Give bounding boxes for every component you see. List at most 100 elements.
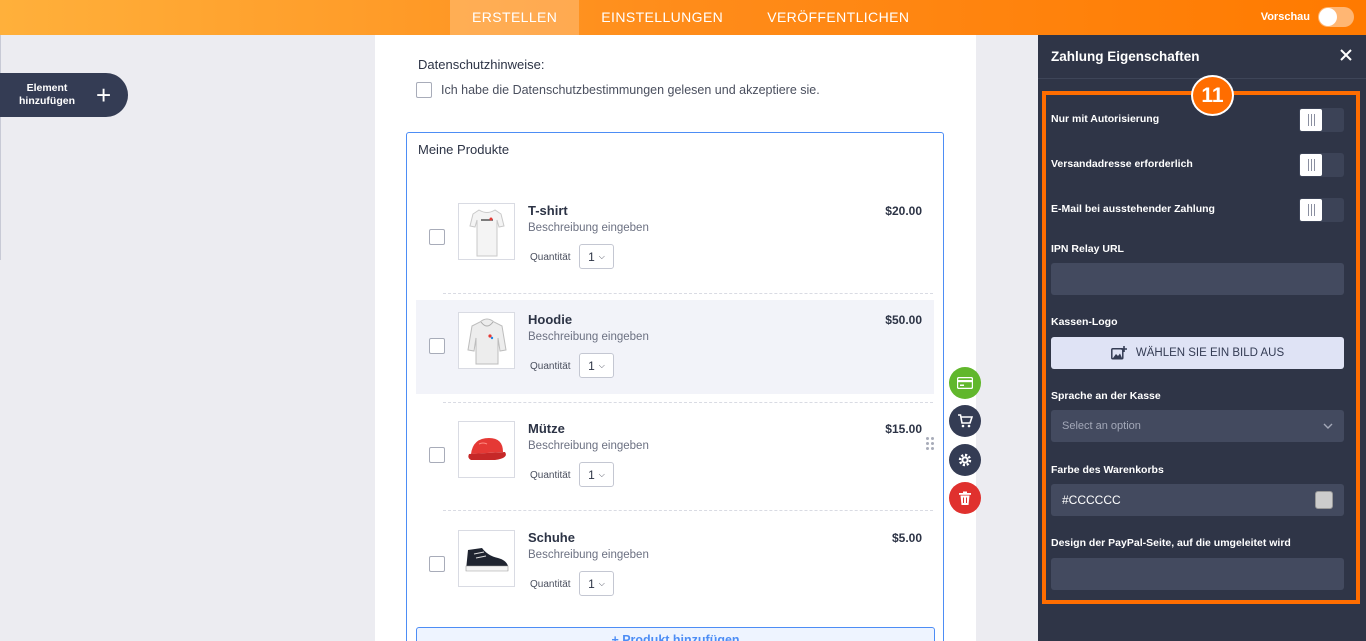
gear-icon: [958, 453, 972, 467]
trash-icon: [959, 491, 971, 505]
chevron-down-icon: ⌵: [598, 578, 605, 588]
panel-title: Zahlung Eigenschaften: [1051, 49, 1200, 64]
cart-color-input[interactable]: #CCCCCC: [1051, 484, 1344, 516]
add-product-button[interactable]: + Produkt hinzufügen: [416, 627, 935, 641]
chevron-down-icon: [1323, 423, 1333, 429]
toggle-label-authorization: Nur mit Autorisierung: [1051, 113, 1160, 125]
product-item-shoes: Schuhe Beschreibung eingeben Quantität 1…: [416, 518, 934, 612]
toggle-knob: [1319, 8, 1337, 26]
logo-label: Kassen-Logo: [1051, 316, 1118, 328]
paypal-design-input[interactable]: [1051, 558, 1344, 590]
payment-card-icon: [957, 377, 973, 389]
top-nav: ERSTELLEN EINSTELLUNGEN VERÖFFENTLICHEN: [450, 0, 931, 35]
tab-veroeffentlichen[interactable]: VERÖFFENTLICHEN: [745, 0, 931, 35]
quantity-select[interactable]: 1 ⌵: [579, 244, 614, 269]
product-item-tshirt: T-shirt Beschreibung eingeben Quantität …: [416, 191, 934, 285]
quantity-label: Quantität: [530, 361, 571, 372]
product-price: $50.00: [885, 313, 922, 327]
privacy-consent-row: Ich habe die Datenschutzbestimmungen gel…: [416, 82, 820, 98]
top-bar: ERSTELLEN EINSTELLUNGEN VERÖFFENTLICHEN …: [0, 0, 1366, 35]
close-icon[interactable]: [1338, 47, 1354, 63]
product-item-hoodie: Hoodie Beschreibung eingeben Quantität 1…: [416, 300, 934, 394]
products-title: Meine Produkte: [418, 142, 510, 157]
paypal-design-label: Design der PayPal-Seite, auf die umgelei…: [1051, 537, 1291, 549]
product-checkbox[interactable]: [429, 447, 445, 463]
toggle-pending-email[interactable]: [1299, 198, 1344, 222]
cart-button[interactable]: [949, 405, 981, 437]
product-separator: [443, 293, 933, 294]
privacy-checkbox-text: Ich habe die Datenschutzbestimmungen gel…: [441, 83, 820, 97]
chevron-down-icon: ⌵: [598, 251, 605, 261]
product-name: Schuhe: [528, 530, 575, 545]
quantity-select[interactable]: 1 ⌵: [579, 571, 614, 596]
hoodie-image: [458, 312, 515, 369]
quantity-value: 1: [588, 358, 595, 373]
cart-color-label: Farbe des Warenkorbs: [1051, 464, 1164, 476]
preview-control: Vorschau: [1261, 7, 1354, 27]
color-swatch[interactable]: [1315, 491, 1333, 509]
product-description: Beschreibung eingeben: [528, 440, 649, 452]
properties-panel: Zahlung Eigenschaften 11 Nur mit Autoris…: [1038, 35, 1366, 641]
delete-button[interactable]: [949, 482, 981, 514]
quantity-label: Quantität: [530, 579, 571, 590]
image-add-icon: [1110, 346, 1127, 360]
settings-button[interactable]: [949, 444, 981, 476]
panel-header: Zahlung Eigenschaften: [1038, 35, 1366, 79]
add-element-button[interactable]: Element hinzufügen +: [0, 73, 128, 117]
product-description: Beschreibung eingeben: [528, 222, 649, 234]
cart-color-value: #CCCCCC: [1062, 493, 1121, 507]
quantity-label: Quantität: [530, 470, 571, 481]
product-name: Mütze: [528, 421, 565, 436]
product-description: Beschreibung eingeben: [528, 549, 649, 561]
product-separator: [443, 402, 933, 403]
privacy-label: Datenschutzhinweise:: [418, 57, 545, 72]
ipn-url-input[interactable]: [1051, 263, 1344, 295]
add-element-label: Element hinzufügen: [19, 82, 75, 107]
quantity-label: Quantität: [530, 252, 571, 263]
quantity-select[interactable]: 1 ⌵: [579, 353, 614, 378]
payment-card-button[interactable]: [949, 367, 981, 399]
toggle-knob: [1300, 109, 1322, 131]
chevron-down-icon: ⌵: [598, 360, 605, 370]
left-divider: [0, 35, 1, 260]
choose-image-button[interactable]: WÄHLEN SIE EIN BILD AUS: [1051, 337, 1344, 369]
toggle-shipping[interactable]: [1299, 153, 1344, 177]
cart-icon: [958, 414, 973, 428]
plus-icon: +: [96, 80, 112, 110]
quantity-value: 1: [588, 576, 595, 591]
quantity-select[interactable]: 1 ⌵: [579, 462, 614, 487]
toggle-knob: [1300, 199, 1322, 221]
product-name: Hoodie: [528, 312, 573, 327]
quantity-value: 1: [588, 249, 595, 264]
ipn-label: IPN Relay URL: [1051, 243, 1124, 255]
language-label: Sprache an der Kasse: [1051, 390, 1161, 402]
shoe-image: [458, 530, 515, 587]
products-field[interactable]: Meine Produkte T-shirt Beschreibung eing…: [406, 132, 944, 641]
preview-label: Vorschau: [1260, 11, 1310, 23]
choose-image-label: WÄHLEN SIE EIN BILD AUS: [1135, 347, 1285, 359]
product-price: $15.00: [885, 422, 922, 436]
tshirt-image: [458, 203, 515, 260]
toggle-knob: [1300, 154, 1322, 176]
product-price: $5.00: [891, 531, 922, 545]
language-placeholder: Select an option: [1062, 420, 1141, 432]
tab-einstellungen[interactable]: EINSTELLUNGEN: [579, 0, 745, 35]
product-name: T-shirt: [528, 203, 568, 218]
toggle-authorization[interactable]: [1299, 108, 1344, 132]
drag-handle-icon[interactable]: [926, 437, 936, 451]
product-checkbox[interactable]: [429, 556, 445, 572]
preview-toggle[interactable]: [1318, 7, 1354, 27]
product-item-cap: Mütze Beschreibung eingeben Quantität 1 ⌵…: [416, 409, 934, 503]
chevron-down-icon: ⌵: [598, 469, 605, 479]
product-checkbox[interactable]: [429, 229, 445, 245]
product-separator: [443, 510, 933, 511]
quantity-value: 1: [588, 467, 595, 482]
step-badge: 11: [1191, 75, 1234, 116]
product-price: $20.00: [885, 204, 922, 218]
product-checkbox[interactable]: [429, 338, 445, 354]
tab-erstellen[interactable]: ERSTELLEN: [450, 0, 580, 35]
language-select[interactable]: Select an option: [1051, 410, 1344, 442]
toggle-label-shipping: Versandadresse erforderlich: [1051, 158, 1193, 170]
privacy-checkbox[interactable]: [416, 82, 432, 98]
form-canvas: Datenschutzhinweise: Ich habe die Datens…: [375, 35, 976, 641]
